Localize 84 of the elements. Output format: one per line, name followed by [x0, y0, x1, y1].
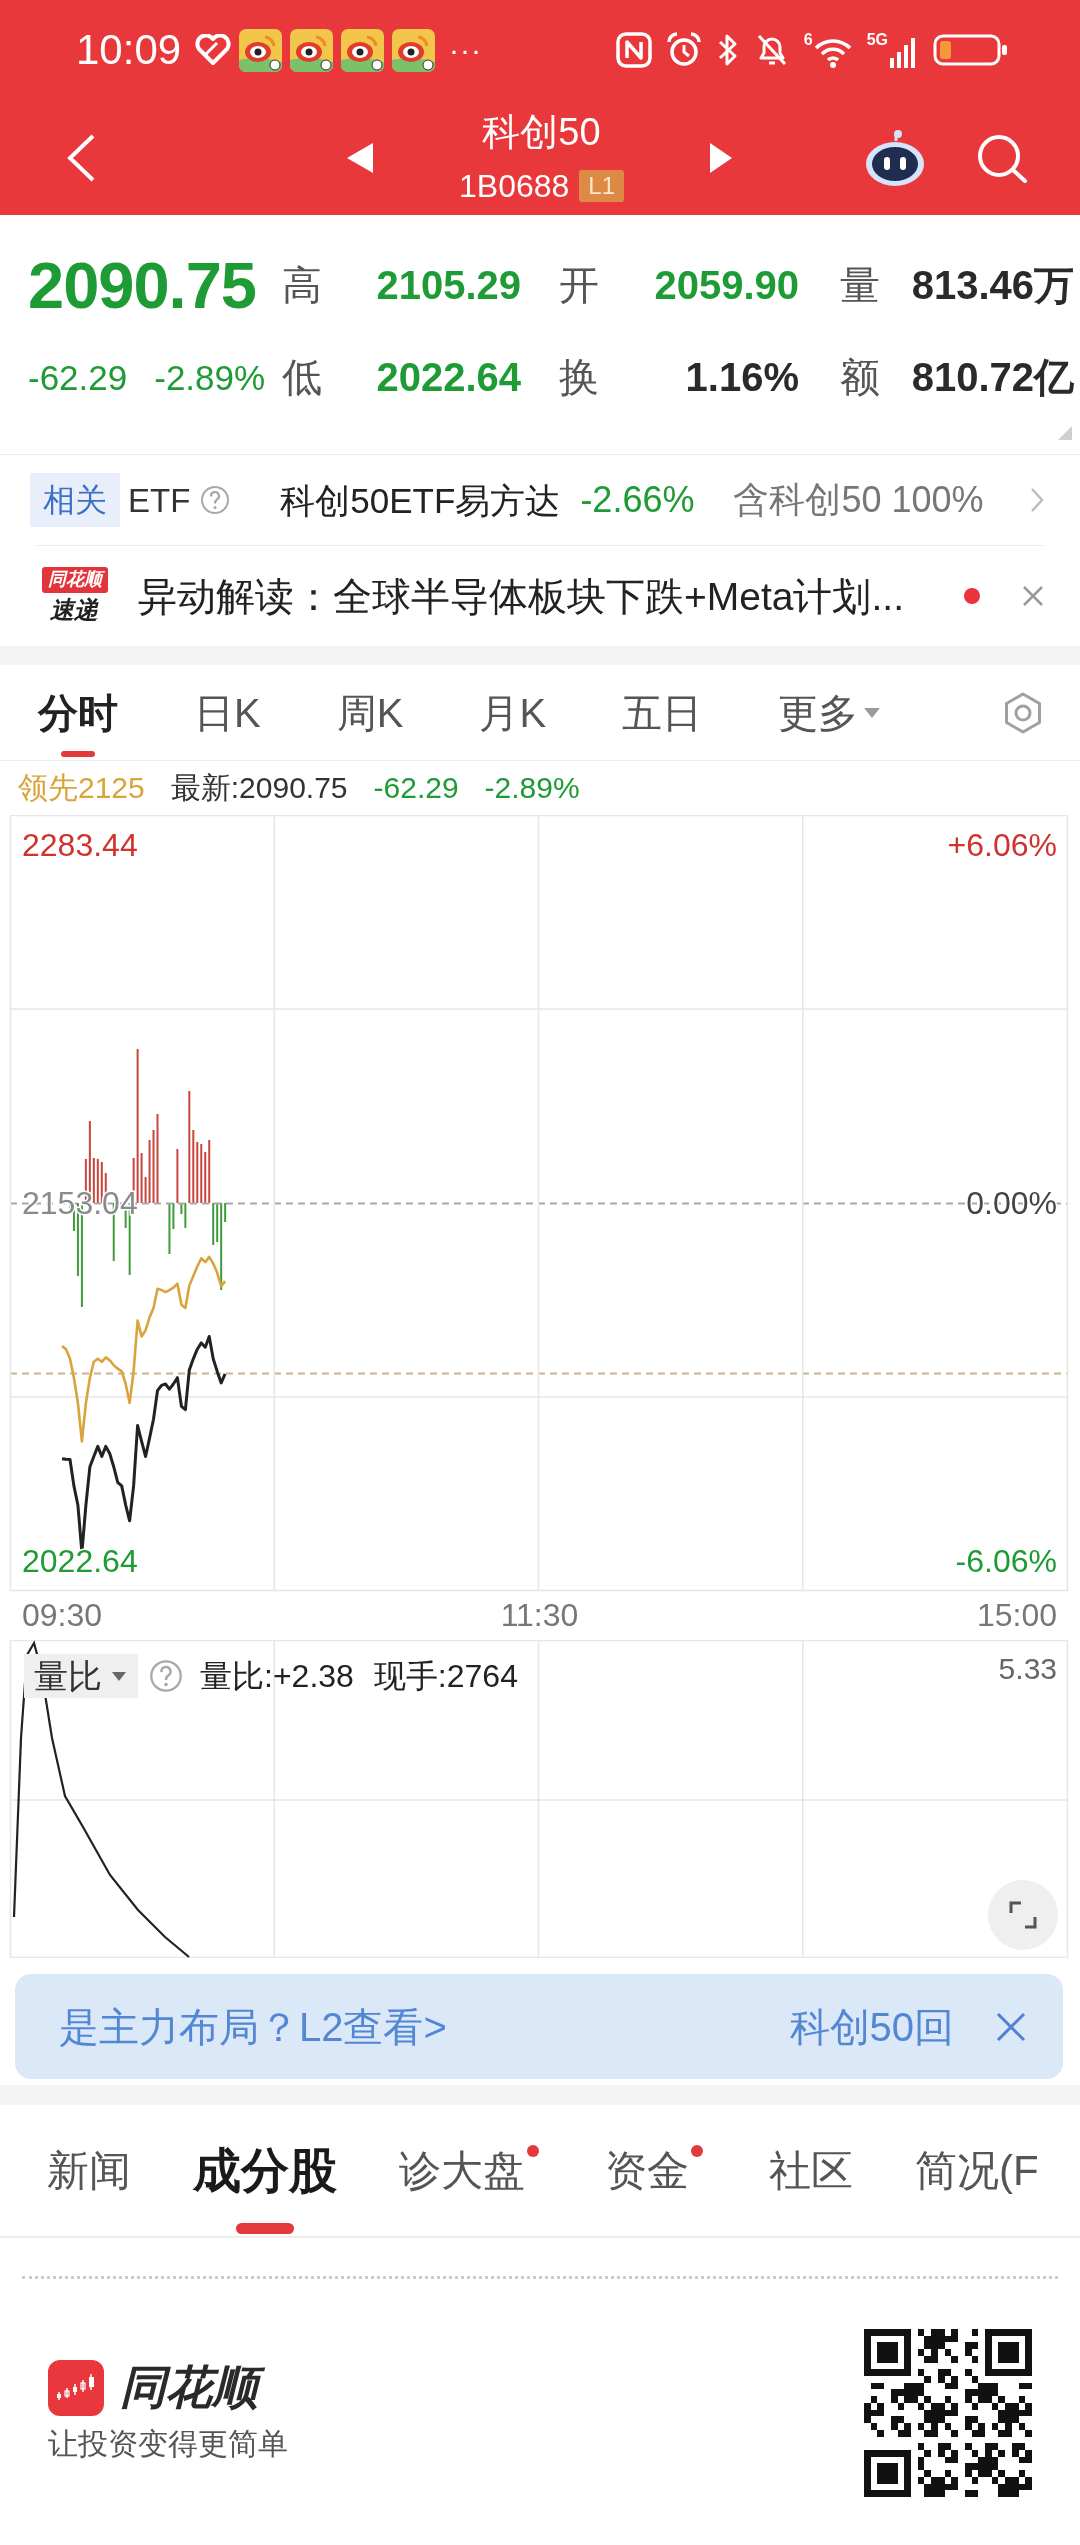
- robot-icon[interactable]: [865, 128, 925, 187]
- chart-tab[interactable]: 分时: [38, 665, 118, 760]
- back-icon[interactable]: [65, 132, 97, 183]
- etf-holding: 含科创50 100%: [733, 482, 984, 518]
- help-icon[interactable]: [149, 1659, 183, 1693]
- app-icon: [290, 28, 334, 72]
- chevron-right-icon[interactable]: [1029, 486, 1045, 514]
- section-tab[interactable]: 社区: [769, 2105, 853, 2236]
- time-axis-label: 11:30: [500, 1597, 579, 1633]
- percent-axis-label: +6.06%: [947, 827, 1057, 863]
- time-axis-label: 15:00: [976, 1597, 1057, 1633]
- battery-icon: [933, 32, 1009, 68]
- search-icon[interactable]: [976, 132, 1028, 183]
- chart-tab[interactable]: 更多: [778, 665, 881, 760]
- time-axis-label: 09:30: [22, 1597, 103, 1633]
- level-badge: L1: [579, 169, 624, 202]
- news-headline[interactable]: 异动解读：全球半导体板块下跌+Meta计划...: [138, 576, 904, 616]
- chart-tab[interactable]: 月K: [479, 665, 547, 760]
- stat-label: 换: [559, 357, 600, 397]
- triangle-right-icon[interactable]: [710, 142, 732, 173]
- index-code: 1B0688: [459, 169, 570, 202]
- section-tab[interactable]: 资金: [605, 2105, 689, 2236]
- stat-value: 810.72亿: [911, 357, 1074, 397]
- current-volume-reading: 现手:2764: [373, 1660, 518, 1692]
- stat-label: 开: [559, 265, 600, 305]
- stat-value: 2105.29: [376, 265, 521, 305]
- legend-change: -62.29: [373, 773, 459, 803]
- app-icon: [392, 28, 436, 72]
- stat-value: 813.46万: [911, 265, 1074, 305]
- slogan: 让投资变得更简单: [48, 2428, 288, 2459]
- last-price: 2090.75: [28, 252, 256, 318]
- stat-value: 2022.64: [376, 357, 521, 397]
- lead-index-legend: 领先2125: [18, 773, 145, 803]
- section-tab[interactable]: 诊大盘: [399, 2105, 525, 2236]
- related-tag: 相关: [30, 473, 120, 527]
- price-change: -62.29: [28, 359, 128, 395]
- stat-label: 量: [840, 265, 881, 305]
- brand-name: 同花顺: [120, 2359, 268, 2417]
- close-icon[interactable]: [1021, 584, 1045, 608]
- status-time: 10:09: [76, 29, 182, 71]
- percent-axis-label: -6.06%: [955, 1543, 1057, 1579]
- overflow-indicator: ···: [449, 35, 483, 65]
- candlestick-logo-icon: [48, 2359, 104, 2416]
- chart-tab[interactable]: 日K: [194, 665, 261, 760]
- chart-tab[interactable]: 周K: [336, 665, 404, 760]
- chart-tab[interactable]: 五日: [622, 665, 703, 760]
- triangle-left-icon[interactable]: [347, 142, 373, 173]
- volume-axis-label: 5.33: [998, 1654, 1057, 1684]
- wifi-icon: [812, 36, 853, 68]
- app-icon: [341, 28, 385, 72]
- logo-title: 同花顺: [42, 567, 108, 593]
- price-change-percent: -2.89%: [154, 359, 266, 395]
- legend-change-percent: -2.89%: [484, 773, 580, 803]
- stat-label: 高: [282, 265, 323, 305]
- close-icon[interactable]: [995, 2010, 1027, 2043]
- stat-value: 2059.90: [654, 265, 799, 305]
- heart-icon: [195, 34, 232, 66]
- etf-change: -2.66%: [580, 482, 695, 518]
- etf-label: ETF: [128, 483, 191, 517]
- network-type-label: 5G: [866, 32, 888, 48]
- app-icon: [239, 28, 283, 72]
- price-axis-label: 2283.44: [22, 827, 138, 863]
- caret-icon: [112, 1671, 126, 1681]
- signal-icon: [890, 36, 916, 68]
- stat-label: 低: [282, 357, 323, 397]
- stat-label: 额: [840, 357, 881, 397]
- alarm-clock-icon: [665, 32, 702, 68]
- wifi-version-label: 6: [803, 32, 813, 48]
- percent-axis-label: 0.00%: [966, 1185, 1057, 1221]
- page-title: 科创50: [482, 109, 601, 155]
- help-icon[interactable]: [200, 485, 231, 515]
- logo-subtitle: 速递: [49, 596, 100, 625]
- price-axis-label: 2022.64: [22, 1543, 138, 1579]
- indicator-dropdown[interactable]: 量比: [24, 1654, 138, 1698]
- section-tab[interactable]: 简况(F: [915, 2105, 1039, 2236]
- section-tab[interactable]: 成分股: [193, 2105, 337, 2236]
- etf-name[interactable]: 科创50ETF易方达: [280, 482, 561, 518]
- stat-value: 1.16%: [685, 357, 799, 397]
- latest-price-legend: 最新:2090.75: [170, 773, 348, 803]
- expand-icon: [1008, 1900, 1038, 1930]
- nfc-icon: [615, 32, 652, 68]
- section-tab[interactable]: 新闻: [47, 2105, 131, 2236]
- expand-corner-icon[interactable]: [1058, 426, 1072, 440]
- volume-ratio-reading: 量比:+2.38: [200, 1660, 354, 1692]
